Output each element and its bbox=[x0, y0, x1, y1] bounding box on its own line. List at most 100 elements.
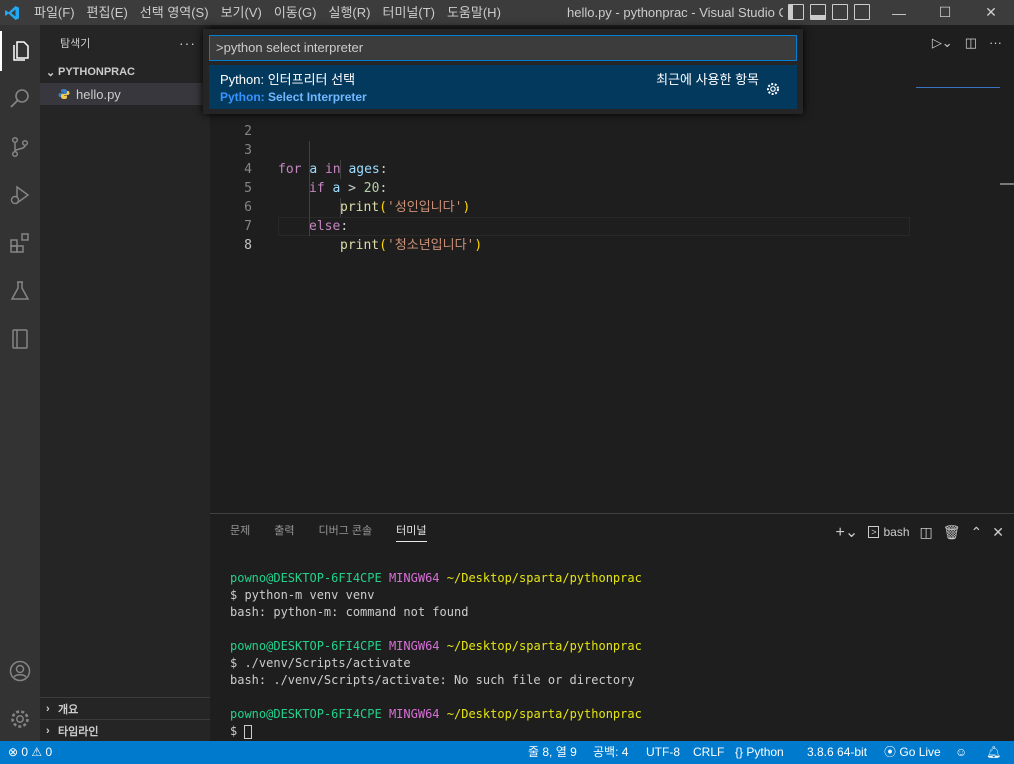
window-title: hello.py - pythonprac - Visual Studio C.… bbox=[567, 5, 783, 20]
outline-section[interactable]: › 개요 bbox=[40, 697, 210, 719]
window-controls: — ☐ ✕ bbox=[876, 0, 1014, 25]
terminal-input-line[interactable]: $ bbox=[230, 723, 253, 740]
more-actions-icon[interactable]: ··· bbox=[989, 35, 1002, 51]
code-line: 3 for a in ages: bbox=[210, 122, 910, 177]
scrollbar[interactable] bbox=[1000, 183, 1014, 185]
terminal-line: $ ./venv/Scripts/activate bbox=[230, 656, 411, 670]
terminal-selector[interactable]: > bash bbox=[868, 525, 910, 539]
python-interpreter[interactable]: 3.8.6 64-bit bbox=[807, 741, 867, 764]
extensions-icon[interactable] bbox=[0, 223, 40, 263]
menu-terminal[interactable]: 터미널(T) bbox=[376, 0, 440, 25]
menu-bar: 파일(F) 편집(E) 선택 영역(S) 보기(V) 이동(G) 실행(R) 터… bbox=[28, 0, 507, 25]
tab-problems[interactable]: 문제 bbox=[230, 514, 250, 548]
sidebar-header: 탐색기 ··· bbox=[40, 25, 210, 61]
code-line: 4 if a > 20: bbox=[210, 141, 910, 196]
title-bar: 파일(F) 편집(E) 선택 영역(S) 보기(V) 이동(G) 실행(R) 터… bbox=[0, 0, 1014, 25]
toggle-secondary-sidebar-icon[interactable] bbox=[832, 4, 848, 20]
indent-guide bbox=[340, 198, 341, 217]
tab-output[interactable]: 출력 bbox=[274, 514, 294, 548]
source-control-icon[interactable] bbox=[0, 127, 40, 167]
minimize-button[interactable]: — bbox=[876, 0, 922, 25]
menu-go[interactable]: 이동(G) bbox=[268, 0, 323, 25]
customize-layout-icon[interactable] bbox=[854, 4, 870, 20]
folder-pythonprac[interactable]: ⌄ PYTHONPRAC bbox=[40, 61, 210, 83]
end-of-line[interactable]: CRLF bbox=[693, 741, 724, 764]
run-python-icon[interactable]: ▷⌄ bbox=[932, 35, 953, 51]
explorer-sidebar: 탐색기 ··· ⌄ PYTHONPRAC hello.py › 개요 › 타임라… bbox=[40, 25, 210, 741]
timeline-section[interactable]: › 타임라인 bbox=[40, 719, 210, 741]
go-live-button[interactable]: ⦿ Go Live bbox=[884, 741, 941, 764]
toggle-sidebar-icon[interactable] bbox=[788, 4, 804, 20]
terminal-prompt: powno@DESKTOP-6FI4CPE MINGW64 ~/Desktop/… bbox=[230, 571, 642, 585]
indentation[interactable]: 공백: 4 bbox=[593, 741, 628, 764]
explorer-icon[interactable] bbox=[0, 31, 40, 71]
editor-actions: ▷⌄ ◫ ··· bbox=[932, 35, 1002, 51]
testing-icon[interactable] bbox=[0, 271, 40, 311]
maximize-panel-icon[interactable]: ⌃ bbox=[971, 524, 983, 541]
file-label: hello.py bbox=[76, 86, 121, 102]
split-terminal-icon[interactable]: ◫ bbox=[920, 524, 933, 541]
menu-selection[interactable]: 선택 영역(S) bbox=[134, 0, 215, 25]
split-editor-icon[interactable]: ◫ bbox=[965, 35, 977, 51]
recently-used-label: 최근에 사용한 항목 bbox=[656, 72, 759, 87]
gear-icon[interactable] bbox=[0, 699, 40, 739]
broadcast-icon: ⦿ bbox=[884, 745, 897, 759]
code-line: 7 print('청소년입니다') bbox=[210, 198, 910, 253]
panel-tabs: 문제 출력 디버그 콘솔 터미널 bbox=[230, 514, 427, 548]
tab-terminal[interactable]: 터미널 bbox=[396, 514, 427, 548]
account-icon[interactable] bbox=[0, 651, 40, 691]
search-icon[interactable] bbox=[0, 79, 40, 119]
notebook-icon[interactable] bbox=[0, 319, 40, 359]
python-file-icon bbox=[58, 89, 70, 99]
code-line: 8 bbox=[210, 217, 910, 253]
minimap[interactable] bbox=[916, 87, 1000, 99]
new-terminal-icon[interactable]: +⌄ bbox=[835, 522, 858, 542]
code-line: 6 else: bbox=[210, 179, 910, 234]
status-bar: ⊗ 0 ⚠ 0 줄 8, 열 9 공백: 4 UTF-8 CRLF {} Pyt… bbox=[0, 741, 1014, 764]
layout-controls bbox=[788, 4, 870, 20]
chevron-right-icon: › bbox=[46, 724, 50, 737]
run-debug-icon[interactable] bbox=[0, 175, 40, 215]
code-line: 5 print('성인입니다') bbox=[210, 160, 910, 215]
terminal-prompt: powno@DESKTOP-6FI4CPE MINGW64 ~/Desktop/… bbox=[230, 707, 642, 721]
indent-guide bbox=[309, 141, 310, 236]
command-palette: >python select interpreter Python: 인터프리터… bbox=[203, 29, 803, 114]
maximize-button[interactable]: ☐ bbox=[922, 0, 968, 25]
menu-edit[interactable]: 편집(E) bbox=[81, 0, 134, 25]
close-button[interactable]: ✕ bbox=[968, 0, 1014, 25]
chevron-right-icon: › bbox=[46, 702, 50, 715]
palette-item-detail: Python: Select Interpreter bbox=[220, 90, 367, 104]
menu-run[interactable]: 실행(R) bbox=[323, 0, 377, 25]
file-hello-py[interactable]: hello.py bbox=[40, 83, 210, 105]
close-panel-icon[interactable]: ✕ bbox=[992, 524, 1004, 541]
cursor-position[interactable]: 줄 8, 열 9 bbox=[528, 741, 577, 764]
sidebar-title: 탐색기 bbox=[60, 38, 91, 50]
terminal-line: bash: python-m: command not found bbox=[230, 605, 469, 619]
gear-icon[interactable] bbox=[765, 81, 781, 97]
feedback-icon[interactable]: ☺ bbox=[955, 741, 967, 764]
tab-debug-console[interactable]: 디버그 콘솔 bbox=[319, 514, 373, 548]
toggle-panel-icon[interactable] bbox=[810, 4, 826, 20]
terminal-cursor bbox=[244, 724, 253, 739]
menu-file[interactable]: 파일(F) bbox=[28, 0, 81, 25]
vscode-logo-icon bbox=[0, 0, 24, 25]
terminal-icon: > bbox=[868, 526, 880, 538]
trash-icon[interactable]: 🗑 bbox=[943, 524, 961, 541]
palette-item-title: Python: 인터프리터 선택 bbox=[220, 72, 356, 87]
braces-icon: {} bbox=[735, 745, 744, 759]
outline-label: 개요 bbox=[58, 703, 79, 716]
terminal-prompt: powno@DESKTOP-6FI4CPE MINGW64 ~/Desktop/… bbox=[230, 639, 642, 653]
activity-bar bbox=[0, 25, 40, 741]
indent-guide bbox=[340, 160, 341, 179]
problems-status[interactable]: ⊗ 0 ⚠ 0 bbox=[8, 741, 52, 764]
bottom-panel: 문제 출력 디버그 콘솔 터미널 +⌄ > bash ◫ 🗑 ⌃ ✕ powno… bbox=[210, 513, 1014, 741]
palette-item-select-interpreter[interactable]: Python: 인터프리터 선택 Python: Select Interpre… bbox=[209, 65, 797, 109]
command-palette-input[interactable]: >python select interpreter bbox=[209, 35, 797, 61]
encoding[interactable]: UTF-8 bbox=[646, 741, 680, 764]
menu-help[interactable]: 도움말(H) bbox=[441, 0, 507, 25]
language-mode[interactable]: {} Python bbox=[735, 741, 784, 764]
line-number: 8 bbox=[244, 238, 252, 253]
more-actions-icon[interactable]: ··· bbox=[179, 35, 196, 51]
menu-view[interactable]: 보기(V) bbox=[215, 0, 268, 25]
notifications-icon[interactable]: 🔔︎ bbox=[986, 741, 1001, 764]
